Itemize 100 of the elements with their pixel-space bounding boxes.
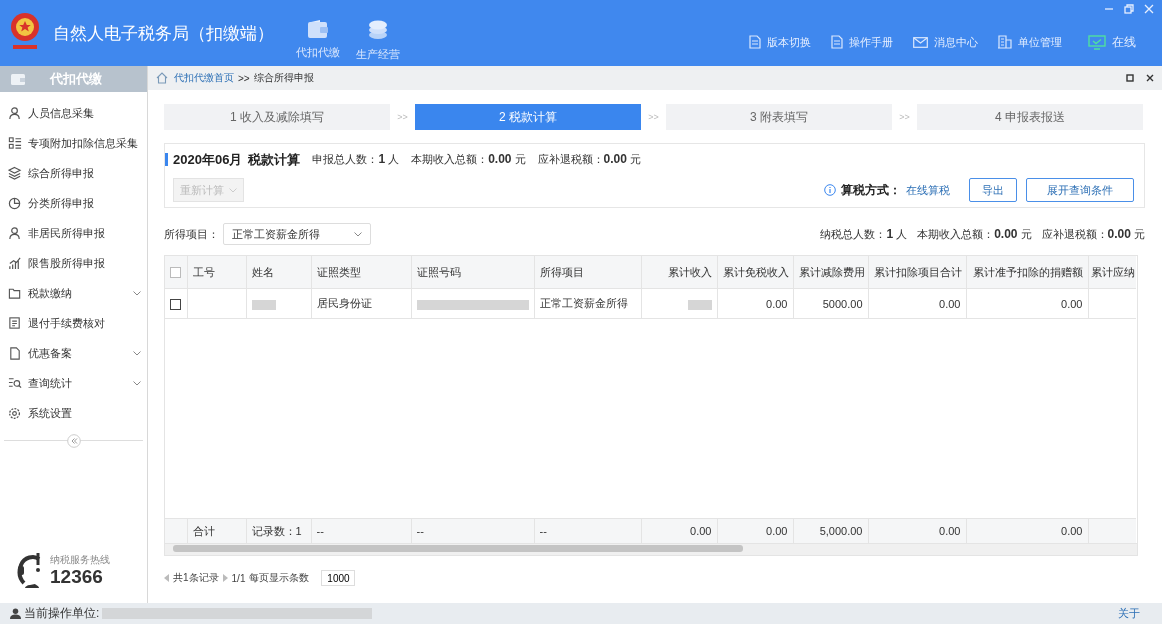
blurred-block xyxy=(251,299,276,310)
sidebar-item[interactable]: 非居民所得申报 xyxy=(0,218,147,248)
column-header: 所得项目 xyxy=(534,256,641,289)
breadcrumb-link[interactable]: 代扣代缴首页 xyxy=(174,71,234,85)
record-count: 共1条记录 xyxy=(173,571,219,585)
person-icon xyxy=(8,226,22,240)
section-title: 税款计算 xyxy=(248,150,301,169)
method-label: 算税方式： xyxy=(841,181,901,199)
sidebar-title: 代扣代缴 xyxy=(50,70,102,88)
close-icon[interactable] xyxy=(1146,74,1154,82)
breadcrumb-separator: >> xyxy=(238,72,250,84)
toolbar-button[interactable]: 操作手册 xyxy=(831,33,893,51)
action-button[interactable]: 展开查询条件 xyxy=(1026,178,1134,202)
total-cell: 记录数：1 xyxy=(251,524,302,537)
column-header: 姓名 xyxy=(246,256,311,289)
hotline-number: 12366 xyxy=(50,566,104,586)
monitor-icon xyxy=(1088,34,1106,50)
restore-icon[interactable] xyxy=(1126,74,1134,82)
person-icon xyxy=(10,608,21,619)
step-separator: >> xyxy=(898,112,911,122)
operating-unit-label: 当前操作单位: xyxy=(24,605,100,622)
page-icon xyxy=(8,346,22,360)
total-cell: 0.00 xyxy=(690,525,712,537)
page-size-field[interactable]: 1000 xyxy=(321,570,356,586)
step-tab[interactable]: 1 收入及减除填写 xyxy=(164,104,390,130)
horizontal-scrollbar[interactable] xyxy=(165,543,1137,555)
column-header: 累计免税收入 xyxy=(717,256,793,289)
toolbar-button[interactable]: 消息中心 xyxy=(913,33,978,51)
sidebar-item[interactable]: 税款缴纳 xyxy=(0,278,147,308)
column-header: 证照类型 xyxy=(311,256,411,289)
app-title: 自然人电子税务局（扣缴端） xyxy=(53,22,274,45)
nav-button[interactable]: 代扣代缴 xyxy=(294,4,342,62)
folder-icon xyxy=(8,286,22,300)
hotline-label: 纳税服务热线 xyxy=(50,552,110,567)
row-checkbox[interactable] xyxy=(170,298,181,310)
previous-page-icon[interactable] xyxy=(164,574,169,582)
sidebar-item[interactable]: 限售股所得申报 xyxy=(0,248,147,278)
chevron-down-icon xyxy=(133,350,141,356)
total-cell: 0.00 xyxy=(766,525,788,537)
envelope-icon xyxy=(913,36,928,48)
coins-icon xyxy=(367,18,389,41)
period-title: 2020年06月 xyxy=(173,150,243,169)
column-header: 累计应纳 xyxy=(1088,256,1136,289)
caret-icon xyxy=(229,187,237,193)
summary-stat: 本期收入总额：0.00 元 xyxy=(411,152,526,167)
step-tab[interactable]: 2 税款计算 xyxy=(415,104,641,130)
column-header: 累计收入 xyxy=(641,256,717,289)
summary-stat: 应补退税额：0.00 元 xyxy=(537,152,641,167)
select-all-checkbox[interactable] xyxy=(170,267,181,279)
action-button[interactable]: 导出 xyxy=(969,178,1017,202)
chevron-down-icon xyxy=(133,290,141,296)
total-cell: 合计 xyxy=(192,524,215,537)
income-type-select[interactable]: 正常工资薪金所得 xyxy=(223,223,371,245)
pie-chart-icon xyxy=(8,196,22,210)
nav-button[interactable]: 生产经营 xyxy=(354,4,402,62)
table-cell: 正常工资薪金所得 xyxy=(539,297,628,309)
sidebar-item[interactable]: 分类所得申报 xyxy=(0,188,147,218)
method-link[interactable]: 在线算税 xyxy=(906,182,950,198)
column-header: 累计减除费用 xyxy=(793,256,868,289)
search-icon xyxy=(8,376,22,390)
person-icon xyxy=(8,106,22,120)
total-cell: 0.00 xyxy=(939,525,961,537)
info-icon xyxy=(824,184,836,196)
toolbar-button[interactable]: 在线 xyxy=(1088,33,1136,51)
next-page-icon[interactable] xyxy=(222,574,228,582)
summary-stat: 申报总人数：1 人 xyxy=(312,152,400,167)
sidebar-item[interactable]: 综合所得申报 xyxy=(0,158,147,188)
receipt-icon xyxy=(8,316,22,330)
filter-stat: 应补退税额：0.00 元 xyxy=(1041,226,1145,242)
page-indicator: 1/1 xyxy=(231,572,246,584)
total-cell: 5,000.00 xyxy=(819,525,863,537)
bar-chart-icon xyxy=(8,256,22,270)
table-cell: 0.00 xyxy=(939,297,961,310)
total-cell: -- xyxy=(416,525,424,537)
sidebar-item[interactable]: 查询统计 xyxy=(0,368,147,398)
sidebar-item[interactable]: 系统设置 xyxy=(0,398,147,428)
sidebar-item[interactable]: 退付手续费核对 xyxy=(0,308,147,338)
building-icon xyxy=(998,35,1012,49)
sidebar-item[interactable]: 专项附加扣除信息采集 xyxy=(0,128,147,158)
wallet-icon xyxy=(307,18,329,39)
step-tab[interactable]: 3 附表填写 xyxy=(666,104,892,130)
table-cell: 0.00 xyxy=(766,297,788,310)
toolbar-button[interactable]: 单位管理 xyxy=(998,33,1062,51)
table-cell: 居民身份证 xyxy=(316,297,372,309)
breadcrumb-current: 综合所得申报 xyxy=(253,71,314,85)
toolbar-button[interactable]: 版本切换 xyxy=(749,33,811,51)
column-header: 工号 xyxy=(187,256,246,289)
collapse-icon[interactable] xyxy=(66,434,81,448)
list-icon xyxy=(8,136,22,150)
total-cell: -- xyxy=(539,525,547,537)
about-link[interactable]: 关于 xyxy=(1118,606,1140,621)
filter-label: 所得项目： xyxy=(164,226,219,242)
sidebar-item[interactable]: 人员信息采集 xyxy=(0,98,147,128)
sidebar-item[interactable]: 优惠备案 xyxy=(0,338,147,368)
page-size-label: 每页显示条数 xyxy=(249,571,310,585)
step-separator: >> xyxy=(396,112,409,122)
table-cell: 0.00 xyxy=(1061,297,1083,310)
step-tab[interactable]: 4 申报表报送 xyxy=(917,104,1143,130)
total-cell: 0.00 xyxy=(1061,525,1083,537)
settings-icon xyxy=(8,406,22,420)
